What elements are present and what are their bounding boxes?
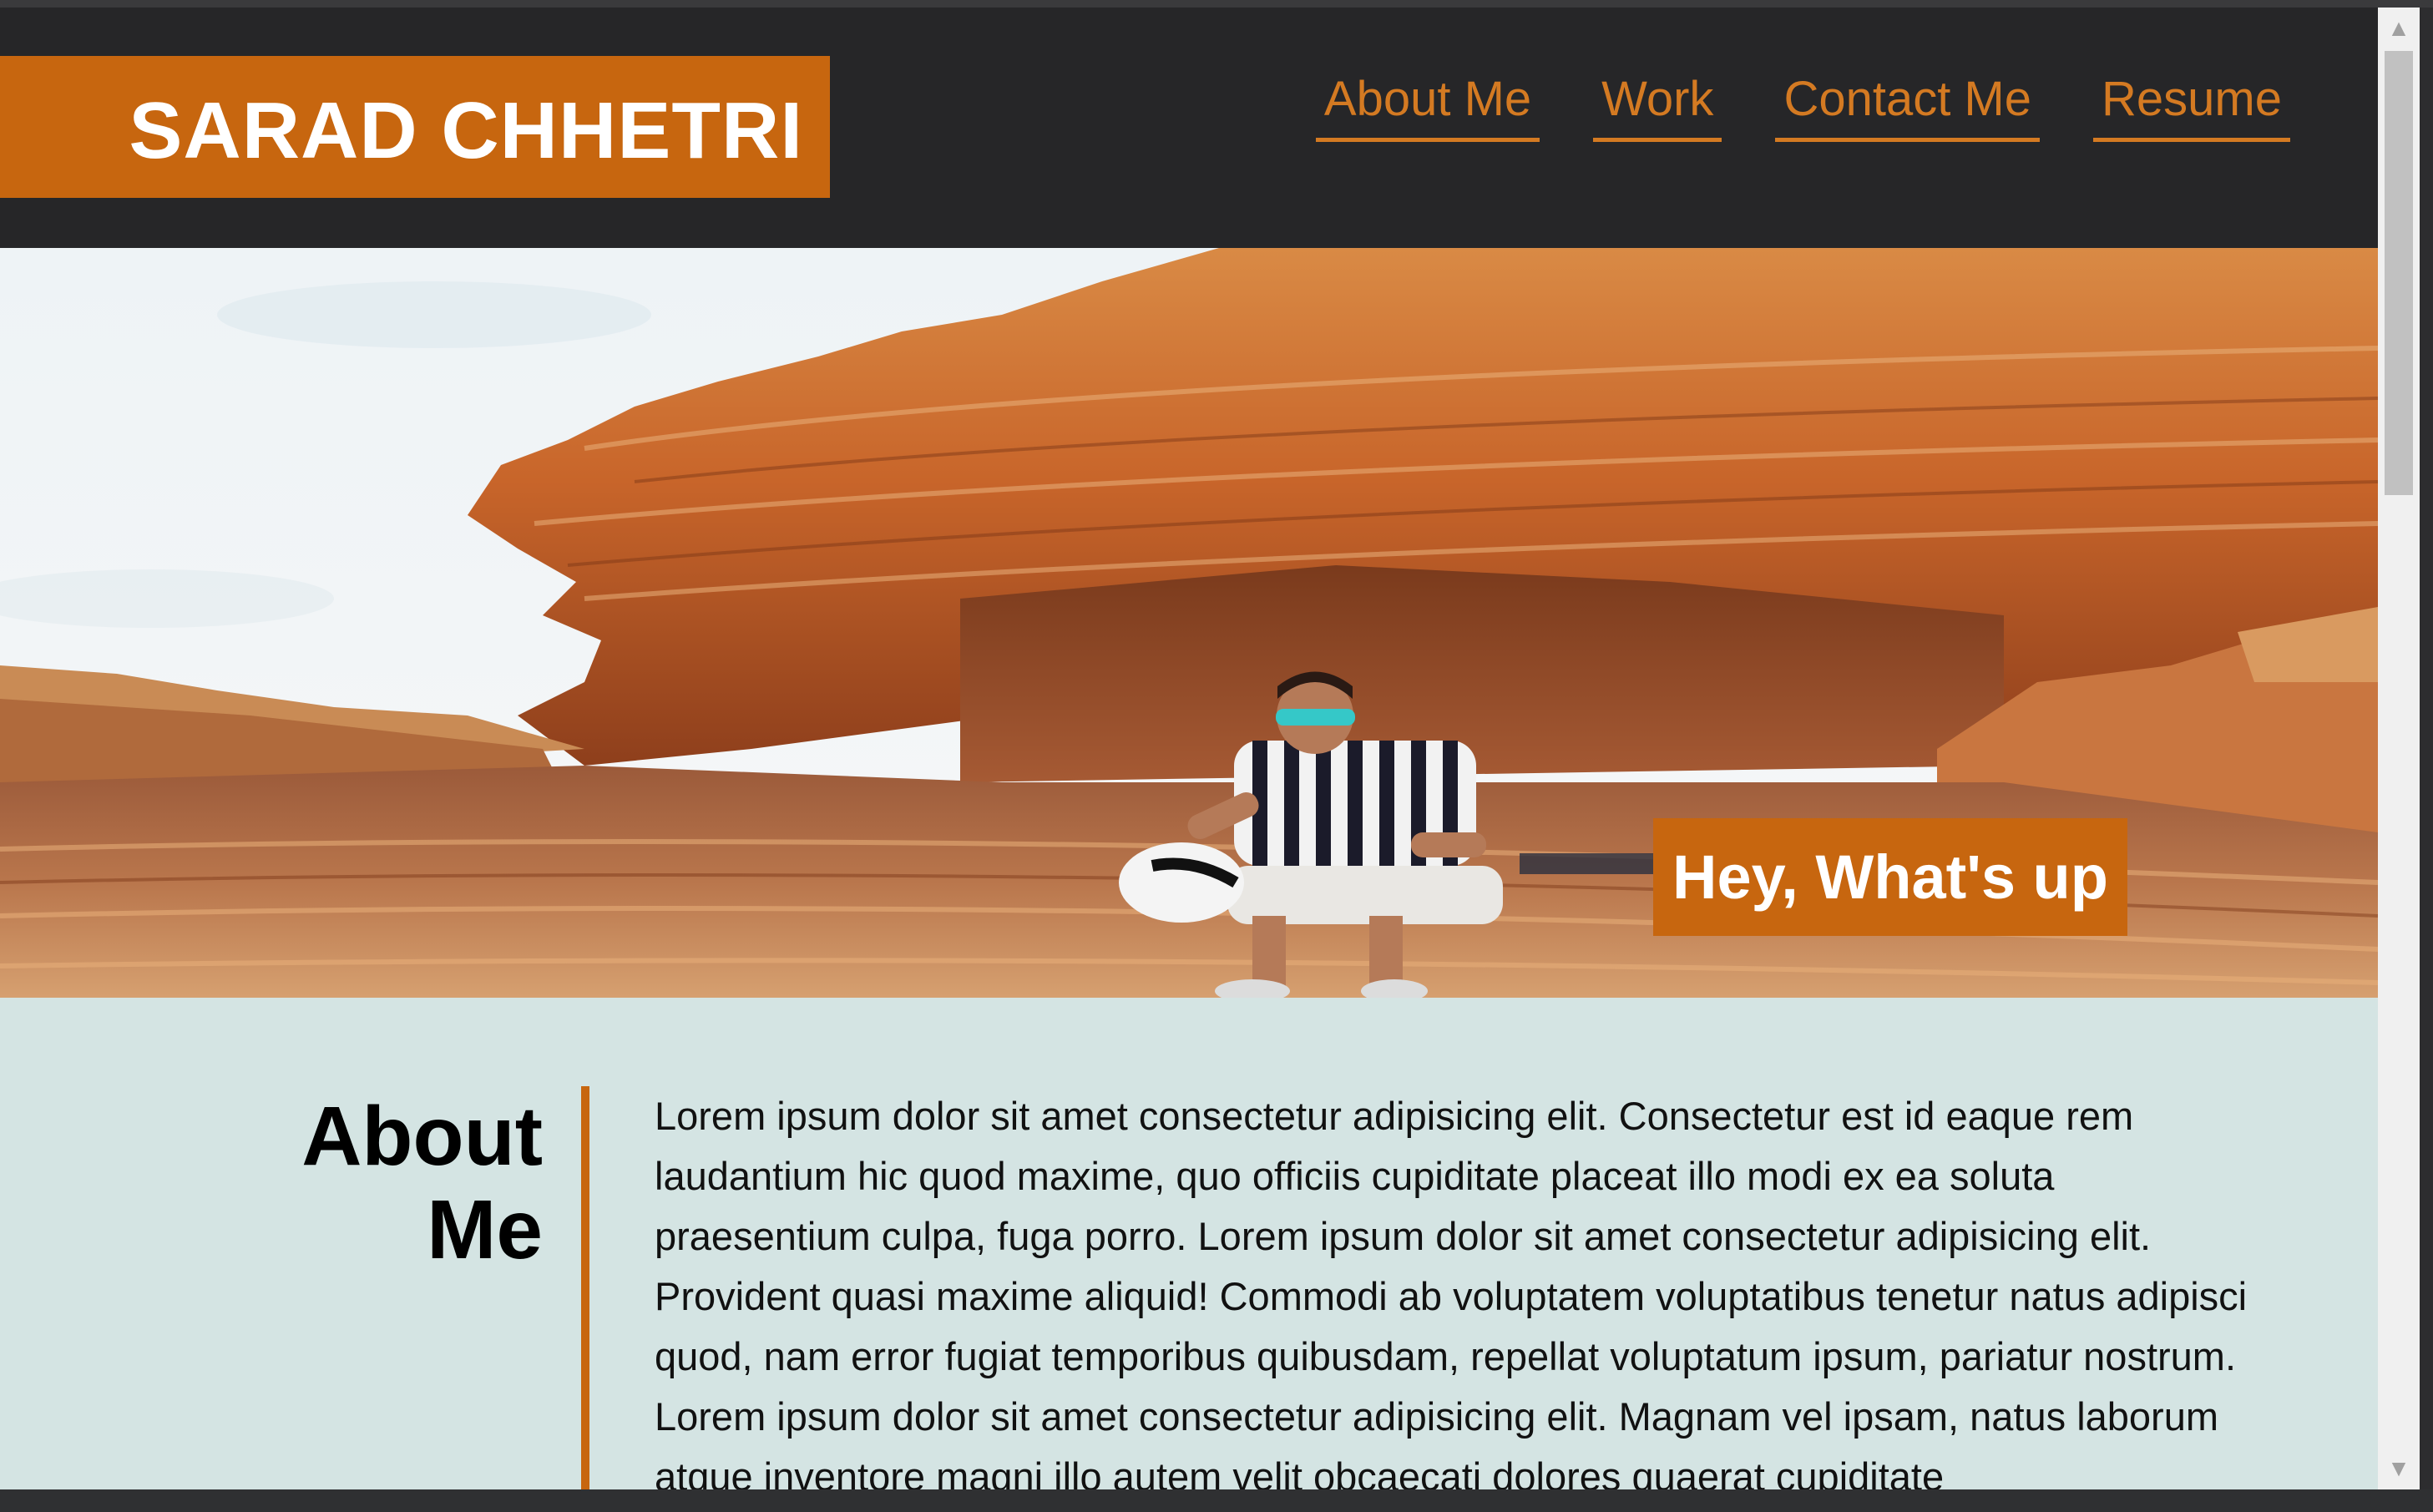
nav-link-about-me[interactable]: About Me [1315,66,1540,142]
about-divider [581,1086,589,1489]
hero-tagline: Hey, What's up [1653,818,2127,936]
brand-block[interactable]: SARAD CHHETRI [0,56,830,198]
window-bottom-bar [0,1489,2433,1512]
hero-section: Hey, What's up [0,248,2378,998]
nav-link-resume[interactable]: Resume [2093,66,2290,142]
nav-link-work[interactable]: Work [1593,66,1722,142]
triangle-up-icon[interactable]: ▲ [2378,8,2420,49]
page-viewport: SARAD CHHETRI About Me Work Contact Me R… [0,8,2378,1489]
scrollbar-thumb[interactable] [2385,51,2413,495]
about-body-text: Lorem ipsum dolor sit amet consectetur a… [655,1094,2248,1489]
about-heading-line1: About [301,1090,543,1183]
about-heading: About Me [250,1090,543,1277]
site-header: SARAD CHHETRI About Me Work Contact Me R… [0,8,2378,248]
nav-link-contact-me[interactable]: Contact Me [1775,66,2041,142]
about-heading-line2: Me [427,1183,543,1277]
main-nav: About Me Work Contact Me Resume [1315,66,2290,142]
triangle-down-icon[interactable]: ▼ [2378,1448,2420,1489]
brand-name: SARAD CHHETRI [129,86,803,175]
window-right-edge [2420,8,2433,1489]
about-section: About Me Lorem ipsum dolor sit amet cons… [0,998,2378,1489]
window-top-strip [0,0,2433,8]
vertical-scrollbar[interactable]: ▲ ▼ [2378,8,2420,1489]
browser-window: SARAD CHHETRI About Me Work Contact Me R… [0,0,2433,1512]
